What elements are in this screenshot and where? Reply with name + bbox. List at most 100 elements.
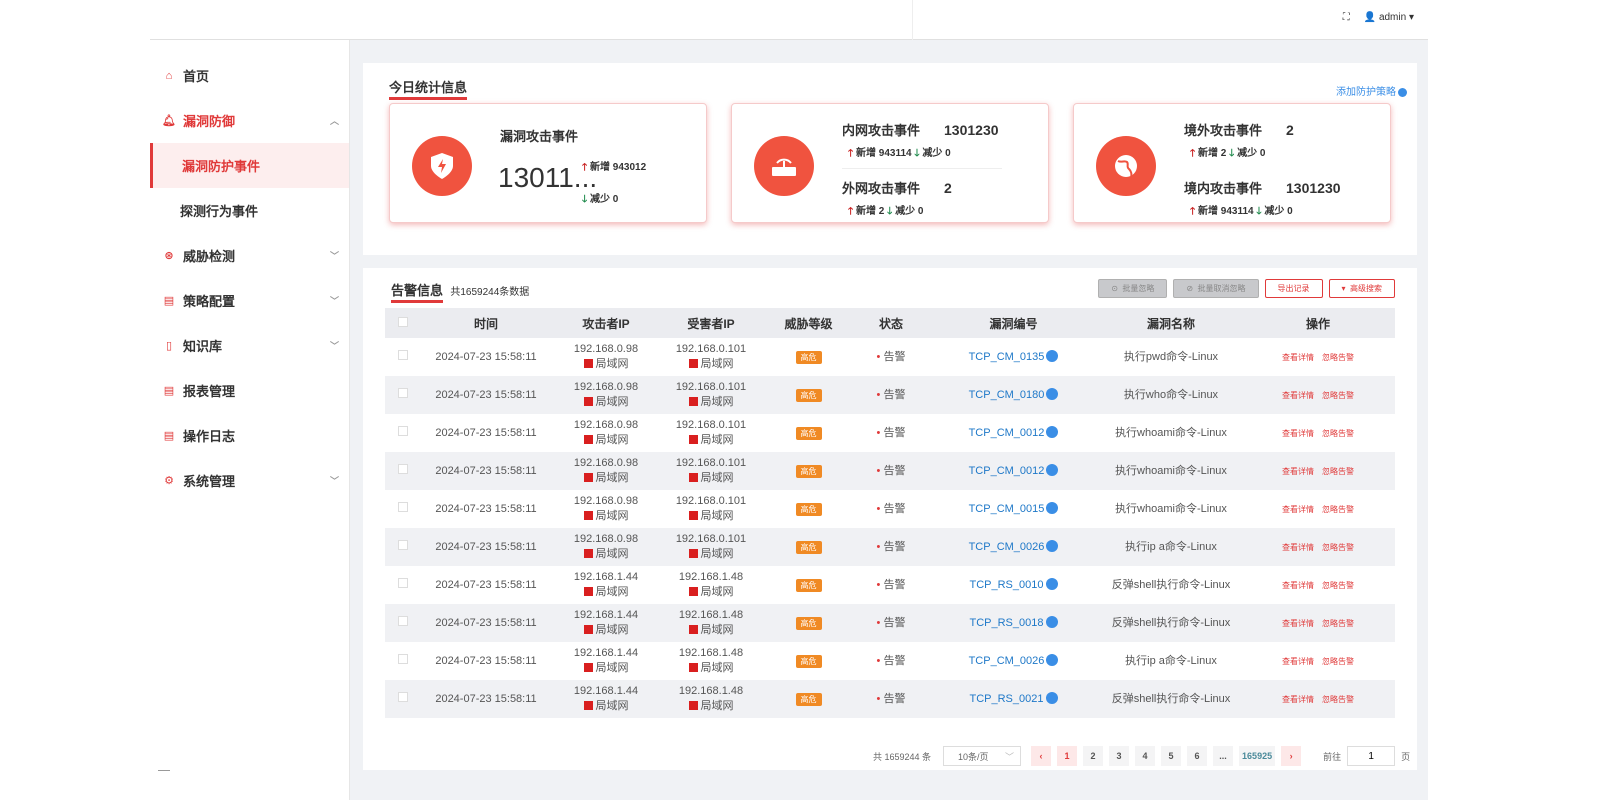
ignore-alert-link[interactable]: 忽略告警: [1322, 429, 1354, 438]
view-details-link[interactable]: 查看详情: [1282, 391, 1314, 400]
ignore-alert-link[interactable]: 忽略告警: [1322, 505, 1354, 514]
attacker-ip: 192.168.1.44: [573, 647, 639, 659]
row-checkbox[interactable]: [398, 615, 408, 626]
vuln-id-link[interactable]: TCP_CM_0180: [969, 389, 1045, 401]
row-checkbox[interactable]: [398, 387, 408, 398]
page-suffix: 页: [1401, 751, 1411, 762]
view-details-link[interactable]: 查看详情: [1282, 619, 1314, 628]
sidebar-subitem-probe-events[interactable]: 探测行为事件: [150, 188, 349, 233]
row-checkbox[interactable]: [398, 463, 408, 474]
page-button[interactable]: 3: [1109, 746, 1130, 766]
app: ⛶ 👤 admin ▾ ⌂ 首页 🔔︎ 漏洞防御 ︿ 漏洞防护事件 探测行为事件 ⊛ 威…: [150, 0, 1428, 800]
vuln-id-link[interactable]: TCP_RS_0018: [970, 617, 1044, 629]
collapse-handle[interactable]: [158, 770, 170, 771]
attacker-ip: 192.168.0.98: [573, 343, 639, 355]
view-details-link[interactable]: 查看详情: [1282, 695, 1314, 704]
info-icon[interactable]: [1046, 501, 1059, 514]
goto-page-input[interactable]: [1347, 746, 1396, 766]
page-button[interactable]: 2: [1083, 746, 1104, 766]
row-checkbox[interactable]: [398, 425, 408, 436]
info-icon[interactable]: [1045, 691, 1058, 704]
vuln-id-link[interactable]: TCP_CM_0015: [969, 503, 1045, 515]
sidebar-subitem-vuln-events[interactable]: 漏洞防护事件: [150, 143, 349, 188]
export-button[interactable]: 导出记录: [1264, 279, 1323, 298]
page-button[interactable]: 5: [1161, 746, 1182, 766]
status-dot-icon: •: [876, 502, 881, 515]
add-policy-link[interactable]: 添加防护策略: [1336, 83, 1407, 98]
sidebar-item-threat[interactable]: ⊛ 威胁检测 ﹀: [150, 233, 349, 278]
view-details-link[interactable]: 查看详情: [1282, 429, 1314, 438]
row-checkbox[interactable]: [398, 501, 408, 512]
ignore-alert-link[interactable]: 忽略告警: [1322, 543, 1354, 552]
page-button[interactable]: 4: [1135, 746, 1156, 766]
label: 外网攻击事件: [842, 181, 921, 196]
ignore-alert-link[interactable]: 忽略告警: [1322, 657, 1354, 666]
row-checkbox[interactable]: [398, 539, 408, 550]
sidebar-item-reports[interactable]: ▤ 报表管理: [150, 368, 349, 413]
vuln-id-link[interactable]: TCP_CM_0026: [969, 655, 1045, 667]
vuln-id-link[interactable]: TCP_CM_0012: [969, 427, 1045, 439]
ignore-alert-link[interactable]: 忽略告警: [1322, 619, 1354, 628]
ignore-alert-link[interactable]: 忽略告警: [1322, 391, 1354, 400]
info-icon[interactable]: [1046, 653, 1059, 666]
sidebar-item-knowledge[interactable]: ▯ 知识库 ﹀: [150, 323, 349, 368]
status: 告警: [883, 578, 906, 591]
sidebar-item-home[interactable]: ⌂ 首页: [150, 53, 349, 98]
prev-page-button[interactable]: ‹: [1031, 746, 1052, 766]
vuln-id-link[interactable]: TCP_CM_0135: [969, 351, 1045, 363]
page-button[interactable]: 6: [1187, 746, 1208, 766]
info-icon[interactable]: [1046, 349, 1059, 362]
vuln-name: 执行pwd命令-Linux: [1123, 350, 1219, 363]
sidebar-item-policy[interactable]: ▤ 策略配置 ﹀: [150, 278, 349, 323]
view-details-link[interactable]: 查看详情: [1282, 657, 1314, 666]
ignore-alert-link[interactable]: 忽略告警: [1322, 581, 1354, 590]
batch-ignore-button[interactable]: ⊙ 批量忽略: [1098, 279, 1168, 298]
view-details-link[interactable]: 查看详情: [1282, 543, 1314, 552]
fullscreen-icon[interactable]: ⛶: [1343, 12, 1350, 23]
network: 局域网: [595, 396, 629, 408]
more-pages-button[interactable]: ...: [1213, 746, 1234, 766]
row-checkbox[interactable]: [398, 691, 408, 702]
vuln-id-link[interactable]: TCP_RS_0021: [970, 693, 1044, 705]
view-details-link[interactable]: 查看详情: [1282, 505, 1314, 514]
info-icon[interactable]: [1046, 425, 1059, 438]
label: 批量取消忽略: [1197, 284, 1246, 293]
increase: 新增 2: [1197, 148, 1227, 159]
info-icon[interactable]: [1046, 387, 1059, 400]
page-button[interactable]: 1: [1057, 746, 1078, 766]
row-checkbox[interactable]: [398, 653, 408, 664]
ignore-alert-link[interactable]: 忽略告警: [1322, 695, 1354, 704]
info-icon[interactable]: [1046, 463, 1059, 476]
info-icon[interactable]: [1045, 577, 1058, 590]
vuln-id-link[interactable]: TCP_RS_0010: [970, 579, 1044, 591]
table-row: 2024-07-23 15:58:11 192.168.0.98 局域网 192.…: [385, 338, 1395, 376]
view-details-link[interactable]: 查看详情: [1282, 353, 1314, 362]
view-details-link[interactable]: 查看详情: [1282, 581, 1314, 590]
ignore-alert-link[interactable]: 忽略告警: [1322, 467, 1354, 476]
vuln-id-link[interactable]: TCP_CM_0026: [969, 541, 1045, 553]
victim-ip: 192.168.1.48: [678, 647, 744, 659]
view-details-link[interactable]: 查看详情: [1282, 467, 1314, 476]
vuln-id-link[interactable]: TCP_CM_0012: [969, 465, 1045, 477]
row-checkbox[interactable]: [398, 349, 408, 360]
user-menu[interactable]: 👤 admin ▾: [1364, 12, 1414, 23]
advanced-search-button[interactable]: ▾ 高级搜索: [1328, 279, 1395, 298]
select-all-checkbox[interactable]: [398, 317, 408, 327]
row-checkbox[interactable]: [398, 577, 408, 588]
next-page-button[interactable]: ›: [1281, 746, 1302, 766]
page-button[interactable]: 165925: [1239, 746, 1276, 766]
threat-badge: 高危: [795, 464, 822, 478]
batch-unignore-button[interactable]: ⊘ 批量取消忽略: [1173, 279, 1259, 298]
status: 告警: [883, 654, 906, 667]
info-icon[interactable]: [1046, 539, 1059, 552]
page-size-select[interactable]: 10条/页 ﹀: [943, 746, 1022, 766]
col-actions: 操作: [1241, 308, 1395, 338]
info-icon[interactable]: [1045, 615, 1058, 628]
sidebar-item-logs[interactable]: ▤ 操作日志: [150, 413, 349, 458]
ignore-alert-link[interactable]: 忽略告警: [1322, 353, 1354, 362]
sidebar-item-vuln-defense[interactable]: 🔔︎ 漏洞防御 ︿: [150, 98, 349, 143]
flag-icon: [583, 435, 593, 444]
label: 漏洞防御: [183, 114, 236, 129]
flag-icon: [688, 473, 698, 482]
sidebar-item-system[interactable]: ⚙ 系统管理 ﹀: [150, 458, 349, 503]
